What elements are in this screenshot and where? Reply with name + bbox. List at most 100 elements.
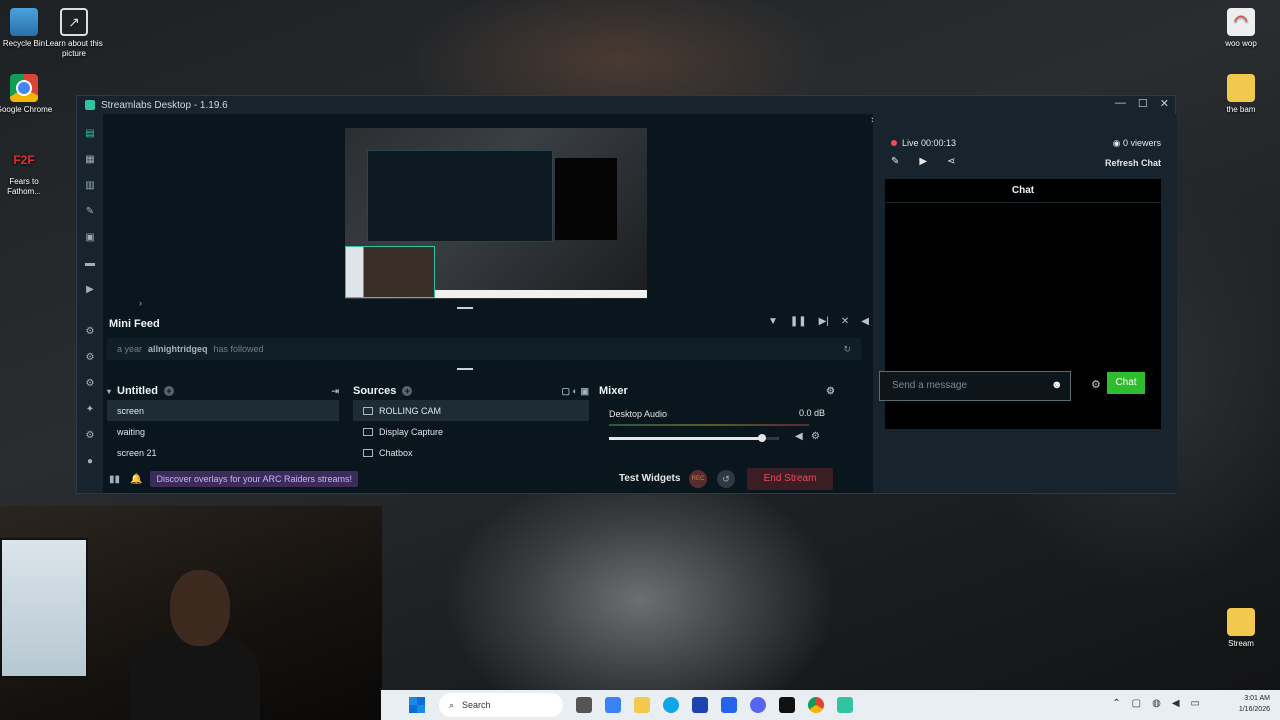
repeat-alert-icon[interactable]: ↻ (843, 344, 851, 355)
clip-icon[interactable]: ▶ (919, 156, 927, 167)
window-title: Streamlabs Desktop - 1.19.6 (101, 99, 228, 111)
chat-send-button[interactable]: Chat (1107, 372, 1145, 394)
windows-taskbar: ⌕ Search ⌃ ▢ ◍ ◀ ▭ 3:01 AM 1/16/2026 (381, 690, 1280, 720)
terminal-icon[interactable] (779, 697, 795, 713)
file-explorer-icon[interactable] (634, 697, 650, 713)
chrome-icon[interactable] (808, 697, 824, 713)
source-item[interactable]: Display Capture (353, 421, 589, 442)
resize-handle[interactable] (457, 368, 473, 370)
share-icon[interactable]: ⋖ (947, 156, 955, 167)
close-button[interactable]: ✕ (1160, 97, 1169, 110)
filter-icon[interactable]: ▼ (768, 316, 778, 327)
woo-wop-icon: ◠ (1227, 8, 1255, 36)
skip-icon[interactable]: ▶| (819, 316, 829, 327)
folder-icon (1227, 608, 1255, 636)
mute-alerts-icon[interactable]: ✕ (841, 316, 849, 327)
streamlabs-window: Streamlabs Desktop - 1.19.6 — ☐ ✕ ▤ ▦ ▥ … (76, 95, 1177, 494)
preview-nested-window (367, 150, 553, 242)
edit-stream-info-icon[interactable]: ✎ (891, 156, 899, 167)
studio-mode-icon[interactable]: ▥ (84, 180, 96, 192)
record-button[interactable]: REC (689, 470, 707, 488)
tray-overflow-icon[interactable]: ⌃ (1112, 698, 1120, 709)
outlook-icon[interactable] (721, 697, 737, 713)
app-store-icon[interactable]: ▣ (84, 232, 96, 244)
scene-collection-name[interactable]: Untitled (117, 385, 158, 397)
widgets-icon[interactable]: ⚙ (84, 352, 96, 364)
chat-settings-icon[interactable]: ⚙ (1091, 378, 1101, 391)
tray-app-icon[interactable]: ▢ (1132, 698, 1141, 709)
collapse-sidebar-icon[interactable]: › (139, 298, 142, 308)
add-scene-icon[interactable]: + (163, 386, 174, 396)
task-view-icon[interactable] (576, 697, 592, 713)
preview-canvas[interactable] (345, 128, 647, 299)
alert-box-icon[interactable]: ⚙ (84, 326, 96, 338)
desktop-icon-learn[interactable]: ↗ Learn about this picture (44, 8, 104, 59)
resize-handle[interactable] (457, 307, 473, 309)
clock[interactable]: 3:01 AM 1/16/2026 (1239, 693, 1270, 715)
battery-icon[interactable]: ▭ (1191, 698, 1200, 709)
desktop-icon-f2f[interactable]: F2F Fears to Fathom... (0, 146, 54, 197)
test-widgets-button[interactable]: Test Widgets (619, 473, 680, 484)
mute-icon[interactable]: ◀ (795, 431, 803, 442)
scene-item[interactable]: screen (107, 400, 339, 421)
learn-icon: ↗ (60, 8, 88, 36)
settings-icon[interactable]: ⚙ (84, 430, 96, 442)
collection-dropdown-icon[interactable]: ▾ (107, 387, 111, 396)
taskbar-search[interactable]: ⌕ Search (439, 693, 563, 717)
add-source-icon[interactable]: + (402, 386, 413, 396)
display-capture-icon (363, 427, 373, 436)
channel-settings-icon[interactable]: ⚙ (811, 431, 820, 442)
maximize-button[interactable]: ☐ (1138, 97, 1148, 110)
chat-message-input[interactable]: Send a message (879, 371, 1071, 401)
notifications-icon[interactable]: 🔔 (130, 474, 142, 485)
pause-icon[interactable]: ❚❚ (790, 316, 807, 327)
live-dot (891, 140, 897, 146)
highlighter-icon[interactable]: ▬ (84, 258, 96, 270)
edge-icon[interactable] (663, 697, 679, 713)
end-stream-button[interactable]: End Stream (747, 468, 833, 490)
volume-slider[interactable] (609, 434, 779, 442)
minimize-button[interactable]: — (1115, 97, 1126, 110)
recordings-icon[interactable]: ▶ (84, 284, 96, 296)
volume-icon[interactable]: ◀ (1172, 698, 1180, 709)
chatbox-source-icon (363, 448, 373, 457)
volume-icon[interactable]: ◀ (861, 316, 869, 327)
themes-icon[interactable]: ✎ (84, 206, 96, 218)
discord-icon[interactable] (750, 697, 766, 713)
effects-icon[interactable]: ✦ (84, 404, 96, 416)
volume-knob[interactable] (758, 434, 766, 442)
preview-taskbar (435, 290, 647, 298)
source-item[interactable]: ROLLING CAM (353, 400, 589, 421)
stream-preview[interactable]: › › (103, 114, 875, 308)
copilot-icon[interactable] (605, 697, 621, 713)
profile-icon[interactable]: ● (84, 456, 96, 468)
scene-transitions-icon[interactable]: ⇥ (331, 386, 339, 397)
integrations-icon[interactable]: ⚙ (84, 378, 96, 390)
webcam-overlay (0, 506, 382, 720)
chat-title: Chat (885, 179, 1161, 203)
desktop-icon-chrome[interactable]: Google Chrome (0, 74, 54, 115)
editor-icon[interactable]: ▤ (84, 128, 96, 140)
feed-event[interactable]: a year allnightridgeq has followed ↻ (107, 338, 861, 360)
streamlabs-icon[interactable] (837, 697, 853, 713)
stats-icon[interactable]: ▮▮ (109, 474, 120, 485)
mixer-settings-icon[interactable]: ⚙ (826, 386, 835, 397)
store-icon[interactable] (692, 697, 708, 713)
desktop-icon-the-bam[interactable]: the bam (1211, 74, 1271, 115)
source-item[interactable]: Chatbox (353, 442, 589, 463)
network-icon[interactable]: ◍ (1152, 698, 1161, 709)
emote-icon[interactable]: ☻ (1051, 379, 1063, 391)
promo-banner[interactable]: Discover overlays for your ARC Raiders s… (150, 471, 359, 487)
windows-start-icon[interactable] (409, 697, 425, 713)
streamer-body (130, 636, 260, 720)
replay-buffer-button[interactable]: ↺ (717, 470, 735, 488)
scene-item[interactable]: screen 21 (107, 442, 339, 463)
window-titlebar[interactable]: Streamlabs Desktop - 1.19.6 — ☐ ✕ (77, 96, 1175, 114)
scene-item[interactable]: waiting (107, 421, 339, 442)
layout-icon[interactable]: ▦ (84, 154, 96, 166)
refresh-chat-button[interactable]: Refresh Chat (1105, 158, 1161, 168)
preview-camera-source[interactable] (345, 246, 435, 298)
desktop-icon-woo-wop[interactable]: ◠ woo wop (1211, 8, 1271, 49)
source-tools-icon[interactable]: ▢ ◐ ▣ (562, 386, 589, 397)
desktop-icon-stream[interactable]: Stream (1211, 608, 1271, 649)
